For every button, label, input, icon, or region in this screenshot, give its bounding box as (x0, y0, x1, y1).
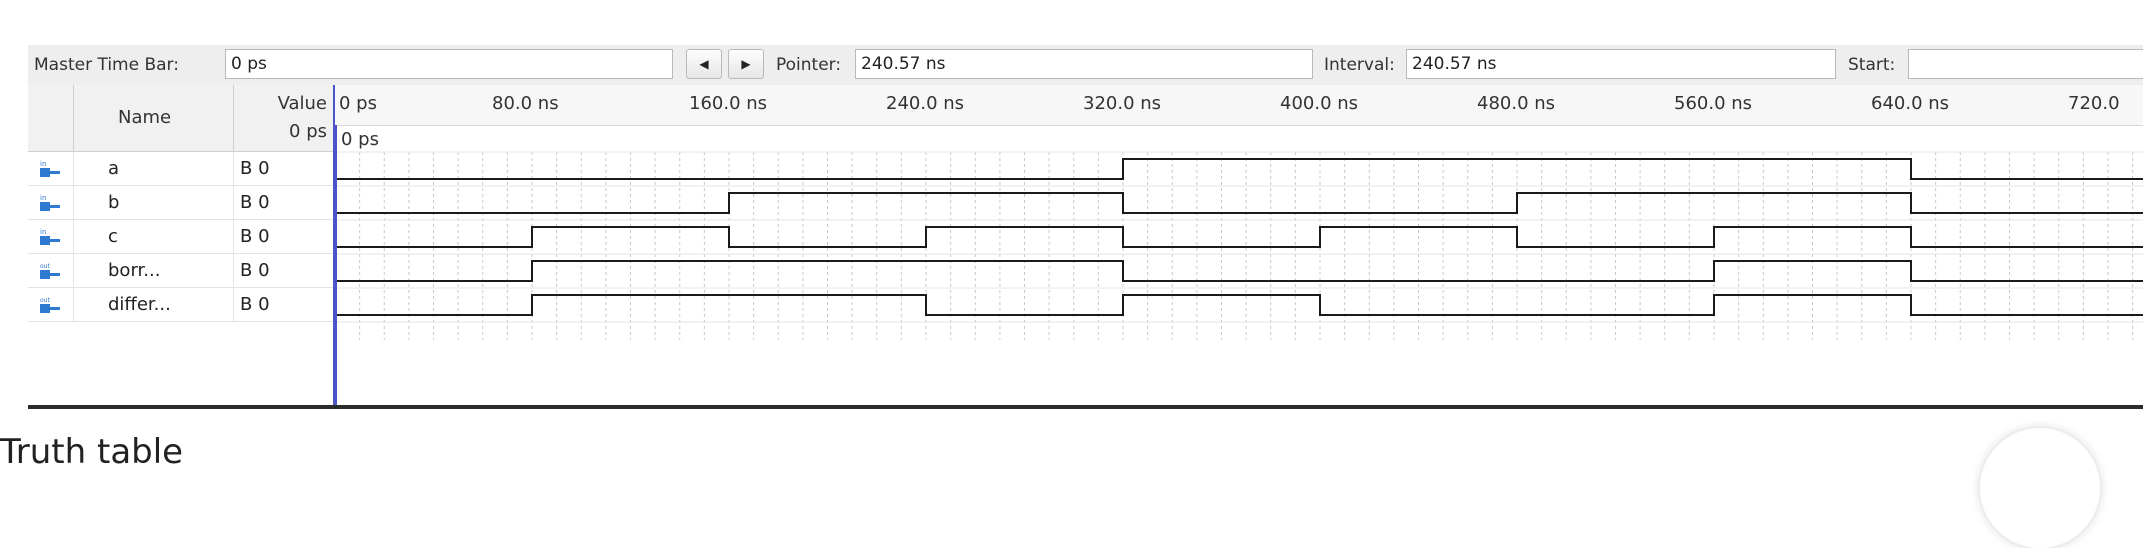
signal-name: differ... (108, 294, 171, 315)
name-column-header[interactable]: Name (74, 85, 234, 152)
waveform-area[interactable]: 0 ps 80.0 ns 160.0 ns 240.0 ns 320.0 ns 400.0… (335, 85, 2143, 405)
signal-value: B 0 (240, 226, 270, 247)
pointer-label: Pointer: (776, 55, 842, 75)
master-time-bar-field[interactable]: 0 ps (225, 49, 673, 79)
start-label: Start: (1848, 55, 1896, 75)
signal-list: Name Value 0 ps in a B 0 in b B 0 in c B… (28, 85, 334, 405)
waveform-editor: Master Time Bar: 0 ps ◀ ▶ Pointer: 240.5… (28, 45, 2143, 409)
left-arrow-icon: ◀ (699, 57, 709, 71)
signal-value: B 0 (240, 260, 270, 281)
signal-value: B 0 (240, 192, 270, 213)
signal-row[interactable]: out differ... B 0 (28, 288, 334, 322)
value-column-header[interactable]: Value 0 ps (234, 85, 334, 152)
signal-name: a (108, 158, 120, 179)
floating-action-button[interactable] (1980, 428, 2100, 548)
output-pin-icon: out (40, 263, 60, 279)
svg-text:out: out (40, 263, 50, 270)
signal-value: B 0 (240, 158, 270, 179)
icon-column-header (28, 85, 74, 152)
input-pin-icon: in (40, 194, 60, 211)
right-arrow-icon: ▶ (741, 57, 751, 71)
svg-text:in: in (40, 194, 46, 202)
value-header-time: 0 ps (289, 121, 327, 142)
signal-row[interactable]: out borr... B 0 (28, 254, 334, 288)
input-pin-icon: in (40, 228, 60, 245)
interval-field[interactable]: 240.57 ns (1406, 49, 1836, 79)
signal-name: b (108, 192, 120, 213)
master-time-bar-label: Master Time Bar: (34, 55, 179, 75)
previous-transition-button[interactable]: ◀ (686, 49, 722, 79)
interval-label: Interval: (1324, 55, 1395, 75)
signal-row[interactable]: in b B 0 (28, 186, 334, 220)
output-pin-icon: out (40, 297, 60, 313)
waveform-toolbar: Master Time Bar: 0 ps ◀ ▶ Pointer: 240.5… (28, 45, 2143, 86)
signal-value: B 0 (240, 294, 270, 315)
pointer-field[interactable]: 240.57 ns (855, 49, 1313, 79)
start-field[interactable] (1908, 49, 2143, 79)
truth-table-heading: Truth table (0, 432, 184, 472)
name-header-label: Name (118, 107, 172, 128)
svg-text:in: in (40, 160, 46, 168)
signal-row[interactable]: in c B 0 (28, 220, 334, 254)
svg-text:out: out (40, 297, 50, 304)
signal-name: borr... (108, 260, 161, 281)
svg-text:in: in (40, 228, 46, 236)
signal-name: c (108, 226, 118, 247)
next-transition-button[interactable]: ▶ (728, 49, 764, 79)
signal-row[interactable]: in a B 0 (28, 152, 334, 186)
input-pin-icon: in (40, 160, 60, 177)
value-header-label: Value (277, 93, 327, 114)
waveform-canvas[interactable] (335, 85, 2143, 405)
